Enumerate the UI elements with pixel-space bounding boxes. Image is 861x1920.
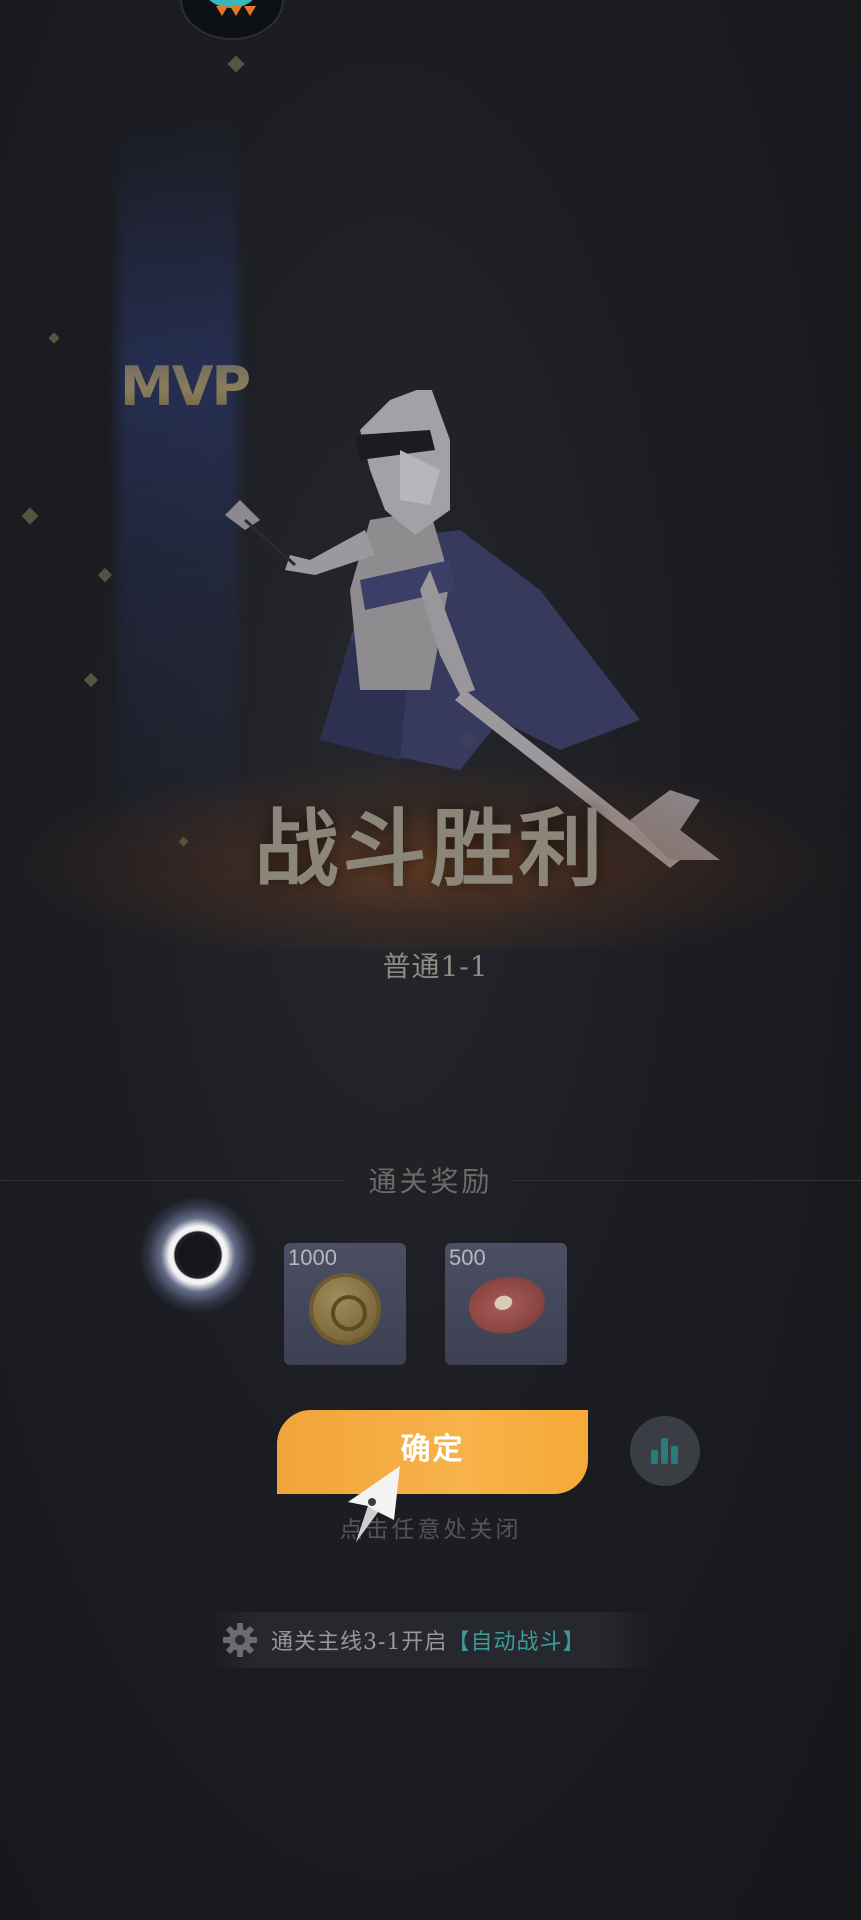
sparkle-decoration [21, 507, 39, 525]
creature-avatar-icon[interactable] [180, 0, 284, 40]
portal-core [178, 1235, 218, 1275]
auto-battle-link[interactable]: 【自动战斗】 [447, 1630, 585, 1655]
stats-button[interactable] [630, 1416, 700, 1486]
tutorial-pointer-icon [348, 1466, 400, 1542]
auto-battle-unlock-banner: 通关主线3-1开启【自动战斗】 [205, 1612, 655, 1668]
reward-count: 500 [449, 1245, 486, 1270]
bar-chart-icon [671, 1446, 678, 1464]
sparkle-decoration [227, 55, 245, 73]
sparkle-decoration [97, 567, 113, 583]
meat-icon [463, 1268, 551, 1342]
confirm-button[interactable]: 确定 [277, 1410, 588, 1494]
gear-icon [223, 1623, 257, 1657]
bar-chart-icon [651, 1450, 658, 1464]
close-hint: 点击任意处关闭 [339, 1517, 522, 1543]
sparkle-decoration [83, 672, 99, 688]
reward-item-meat[interactable]: 500 [445, 1243, 567, 1365]
reward-item-gold[interactable]: 1000 [284, 1243, 406, 1365]
rewards-title: 通关奖励 [368, 1165, 493, 1198]
bar-chart-icon [661, 1438, 668, 1464]
reward-count: 1000 [288, 1245, 337, 1270]
unlock-tip-text: 通关主线3-1开启【自动战斗】 [271, 1624, 585, 1656]
victory-title: 战斗胜利 [254, 799, 607, 898]
unlock-condition: 通关主线3-1开启 [271, 1630, 448, 1655]
gold-coin-icon [309, 1273, 381, 1345]
sparkle-decoration [48, 332, 60, 344]
stage-label: 普通1-1 [382, 950, 489, 983]
